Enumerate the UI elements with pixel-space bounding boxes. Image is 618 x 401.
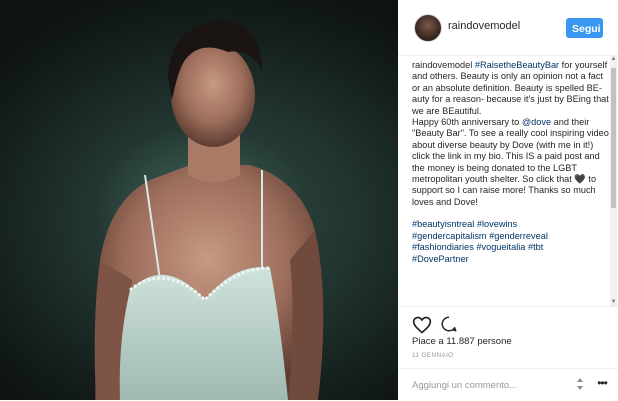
post-sidebar: raindovemodel Segui raindovemodel #Raise… <box>398 0 618 400</box>
hashtag-link[interactable]: #DovePartner <box>412 254 469 264</box>
hashtag-link[interactable]: #vogueitalia <box>476 242 525 252</box>
options-icon[interactable]: ••• <box>595 374 609 392</box>
more-icon[interactable] <box>575 378 585 390</box>
likes-count[interactable]: Piace a 11.887 persone <box>412 336 512 347</box>
hashtag-link[interactable]: #genderreveal <box>489 231 548 241</box>
hashtag-link[interactable]: #gendercapitalism <box>412 231 487 241</box>
avatar[interactable] <box>414 14 442 42</box>
hashtag-link[interactable]: #lovewins <box>477 219 517 229</box>
comment-icon[interactable] <box>440 315 458 333</box>
scroll-up-arrow-icon[interactable]: ▲ <box>610 56 617 63</box>
hashtag-list: #beautyisntreal #lovewins #gendercapital… <box>412 219 610 265</box>
hashtag-link[interactable]: #tbt <box>528 242 543 252</box>
post-header: raindovemodel Segui <box>398 0 618 56</box>
username-link[interactable]: raindovemodel <box>448 20 520 32</box>
hashtag-link[interactable]: #fashiondiaries <box>412 242 474 252</box>
caption-username[interactable]: raindovemodel <box>412 60 472 70</box>
follow-button[interactable]: Segui <box>566 18 603 38</box>
post-photo[interactable] <box>0 0 398 400</box>
heart-icon[interactable] <box>412 315 432 335</box>
mention-link[interactable]: @dove <box>522 117 551 127</box>
post-caption: raindovemodel #RaisetheBeautyBar for you… <box>412 60 610 302</box>
scroll-thumb[interactable] <box>611 68 616 208</box>
comment-bar: ••• <box>398 368 618 401</box>
comment-input[interactable] <box>412 377 562 393</box>
post-photo-illustration <box>94 20 324 400</box>
caption-text: Happy 60th anniversary to <box>412 117 522 128</box>
caption-scrollbar[interactable]: ▲ ▼ <box>610 56 617 306</box>
post-actions <box>398 306 618 337</box>
post-date: 11 GENNAIO <box>412 352 454 359</box>
caption-text: and their "Beauty Bar". To see a really … <box>412 117 609 207</box>
scroll-down-arrow-icon[interactable]: ▼ <box>610 299 617 306</box>
hashtag-link[interactable]: #beautyisntreal <box>412 219 474 229</box>
hashtag-link[interactable]: #RaisetheBeautyBar <box>475 60 559 70</box>
